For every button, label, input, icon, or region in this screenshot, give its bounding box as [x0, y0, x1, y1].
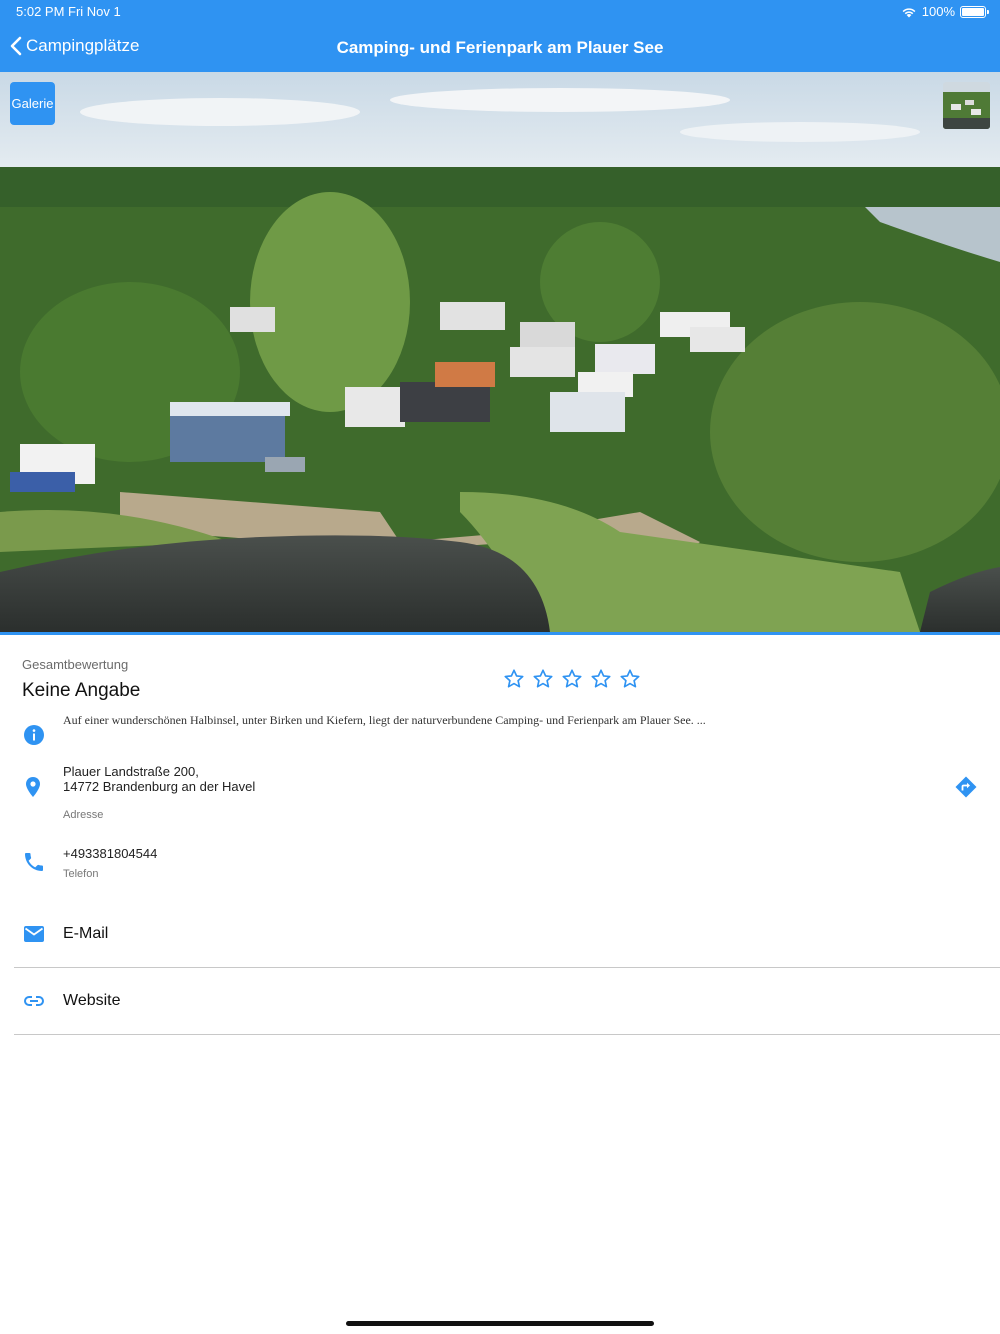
star-outline-icon[interactable]	[561, 668, 583, 690]
phone-icon[interactable]	[22, 850, 46, 874]
page-title: Camping- und Ferienpark am Plauer See	[336, 38, 664, 57]
rating-value: Keine Angabe	[22, 680, 141, 701]
divider	[14, 1034, 1000, 1035]
address-line-1: Plauer Landstraße 200,	[63, 764, 199, 779]
hero-image	[0, 72, 1000, 632]
status-indicators: 100%	[901, 4, 989, 19]
star-outline-icon[interactable]	[503, 668, 525, 690]
email-label: E-Mail	[63, 925, 109, 942]
star-outline-icon[interactable]	[619, 668, 641, 690]
top-bar: 5:02 PM Fri Nov 1 100% Campingplätze Cam…	[0, 0, 1000, 72]
link-icon	[24, 996, 44, 1006]
gallery-button[interactable]: Galerie	[10, 82, 55, 125]
phone-label: Telefon	[63, 868, 99, 880]
address-line-2: 14772 Brandenburg an der Havel	[63, 779, 256, 794]
description-text: Auf einer wunderschönen Halbinsel, unter…	[63, 713, 706, 727]
status-time: 5:02 PM Fri Nov 1	[16, 4, 121, 19]
phone-number[interactable]: +493381804544	[63, 846, 157, 861]
rating-label: Gesamtbewertung	[22, 657, 129, 672]
battery-icon	[960, 5, 989, 18]
star-rating[interactable]	[503, 668, 641, 690]
home-indicator[interactable]	[346, 1321, 654, 1326]
gallery-thumbnail[interactable]	[943, 82, 990, 129]
website-row[interactable]: Website	[14, 968, 1000, 1034]
star-outline-icon[interactable]	[532, 668, 554, 690]
directions-icon[interactable]	[954, 775, 978, 799]
star-outline-icon[interactable]	[590, 668, 612, 690]
info-icon	[24, 725, 44, 745]
email-row[interactable]: E-Mail	[14, 901, 1000, 967]
battery-percent: 100%	[921, 4, 955, 19]
email-icon	[24, 926, 44, 942]
location-pin-icon	[26, 777, 40, 797]
address-label: Adresse	[63, 809, 104, 821]
wifi-icon	[902, 7, 916, 17]
hero-divider	[0, 632, 1000, 635]
website-label: Website	[63, 992, 121, 1009]
